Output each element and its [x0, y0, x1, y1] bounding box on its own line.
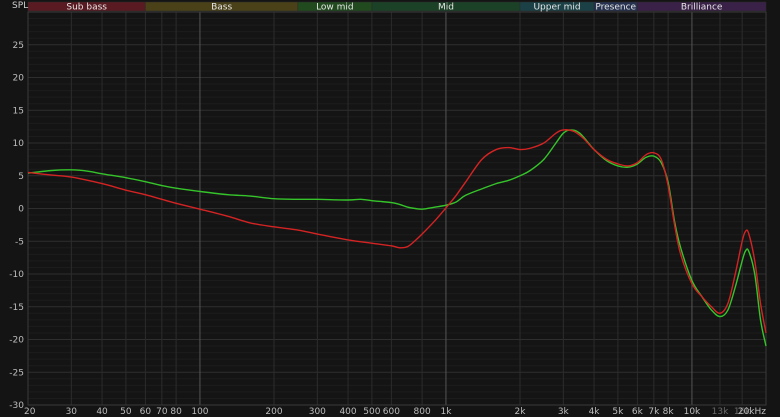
x-tick-label-23: 13k: [712, 407, 729, 417]
band-label-3: Mid: [438, 3, 454, 13]
y-tick-label-5: 0: [18, 205, 24, 215]
x-tick-label-25: 20kHz: [738, 407, 766, 417]
x-tick-label-13: 800: [414, 407, 431, 417]
y-tick-label-2: 15: [13, 106, 24, 116]
y-tick-label-0: 25: [13, 41, 24, 51]
y-tick-label-8: -15: [9, 303, 24, 313]
y-tick-label-1: 20: [13, 74, 25, 84]
band-label-1: Bass: [211, 3, 232, 13]
x-tick-label-9: 300: [309, 407, 326, 417]
x-tick-label-5: 70: [156, 407, 168, 417]
x-tick-label-15: 2k: [515, 407, 527, 417]
x-tick-label-11: 500: [363, 407, 380, 417]
x-tick-label-17: 4k: [589, 407, 601, 417]
frequency-bands: Sub bass Bass Low mid Mid Upper mid Presence B…: [27, 1, 767, 13]
x-tick-label-8: 200: [265, 407, 282, 417]
x-tick-label-10: 400: [339, 407, 356, 417]
y-tick-label-3: 10: [13, 139, 25, 149]
band-label-5: Presence: [595, 3, 636, 13]
y-tick-label-4: 5: [18, 172, 24, 182]
y-tick-label-9: -20: [9, 336, 24, 346]
x-tick-label-19: 6k: [632, 407, 644, 417]
x-tick-label-16: 3k: [558, 407, 570, 417]
y-axis-label: SPL: [12, 1, 28, 11]
band-label-4: Upper mid: [533, 3, 580, 13]
frequency-response-chart: Sub bass Bass Low mid Mid Upper mid Presence B…: [0, 0, 780, 417]
x-tick-label-22: 10k: [684, 407, 701, 417]
band-label-2: Low mid: [316, 3, 354, 13]
x-tick-label-0: 20: [24, 407, 36, 417]
x-tick-label-3: 50: [120, 407, 132, 417]
band-label-6: Brilliance: [681, 3, 723, 13]
x-tick-label-12: 600: [383, 407, 400, 417]
x-tick-label-18: 5k: [612, 407, 624, 417]
y-tick-label-6: -5: [15, 237, 24, 247]
x-tick-label-1: 30: [66, 407, 78, 417]
x-tick-label-4: 60: [140, 407, 152, 417]
x-tick-label-21: 8k: [663, 407, 675, 417]
x-tick-label-7: 100: [191, 407, 208, 417]
x-tick-label-14: 1k: [440, 407, 452, 417]
grid-lines: [27, 11, 767, 406]
x-tick-label-2: 40: [96, 407, 108, 417]
y-tick-label-10: -25: [9, 368, 24, 378]
y-tick-label-11: -30: [9, 401, 24, 411]
band-label-0: Sub bass: [66, 3, 107, 13]
x-tick-label-6: 80: [170, 407, 182, 417]
x-tick-label-20: 7k: [648, 407, 660, 417]
y-tick-label-7: -10: [9, 270, 24, 280]
